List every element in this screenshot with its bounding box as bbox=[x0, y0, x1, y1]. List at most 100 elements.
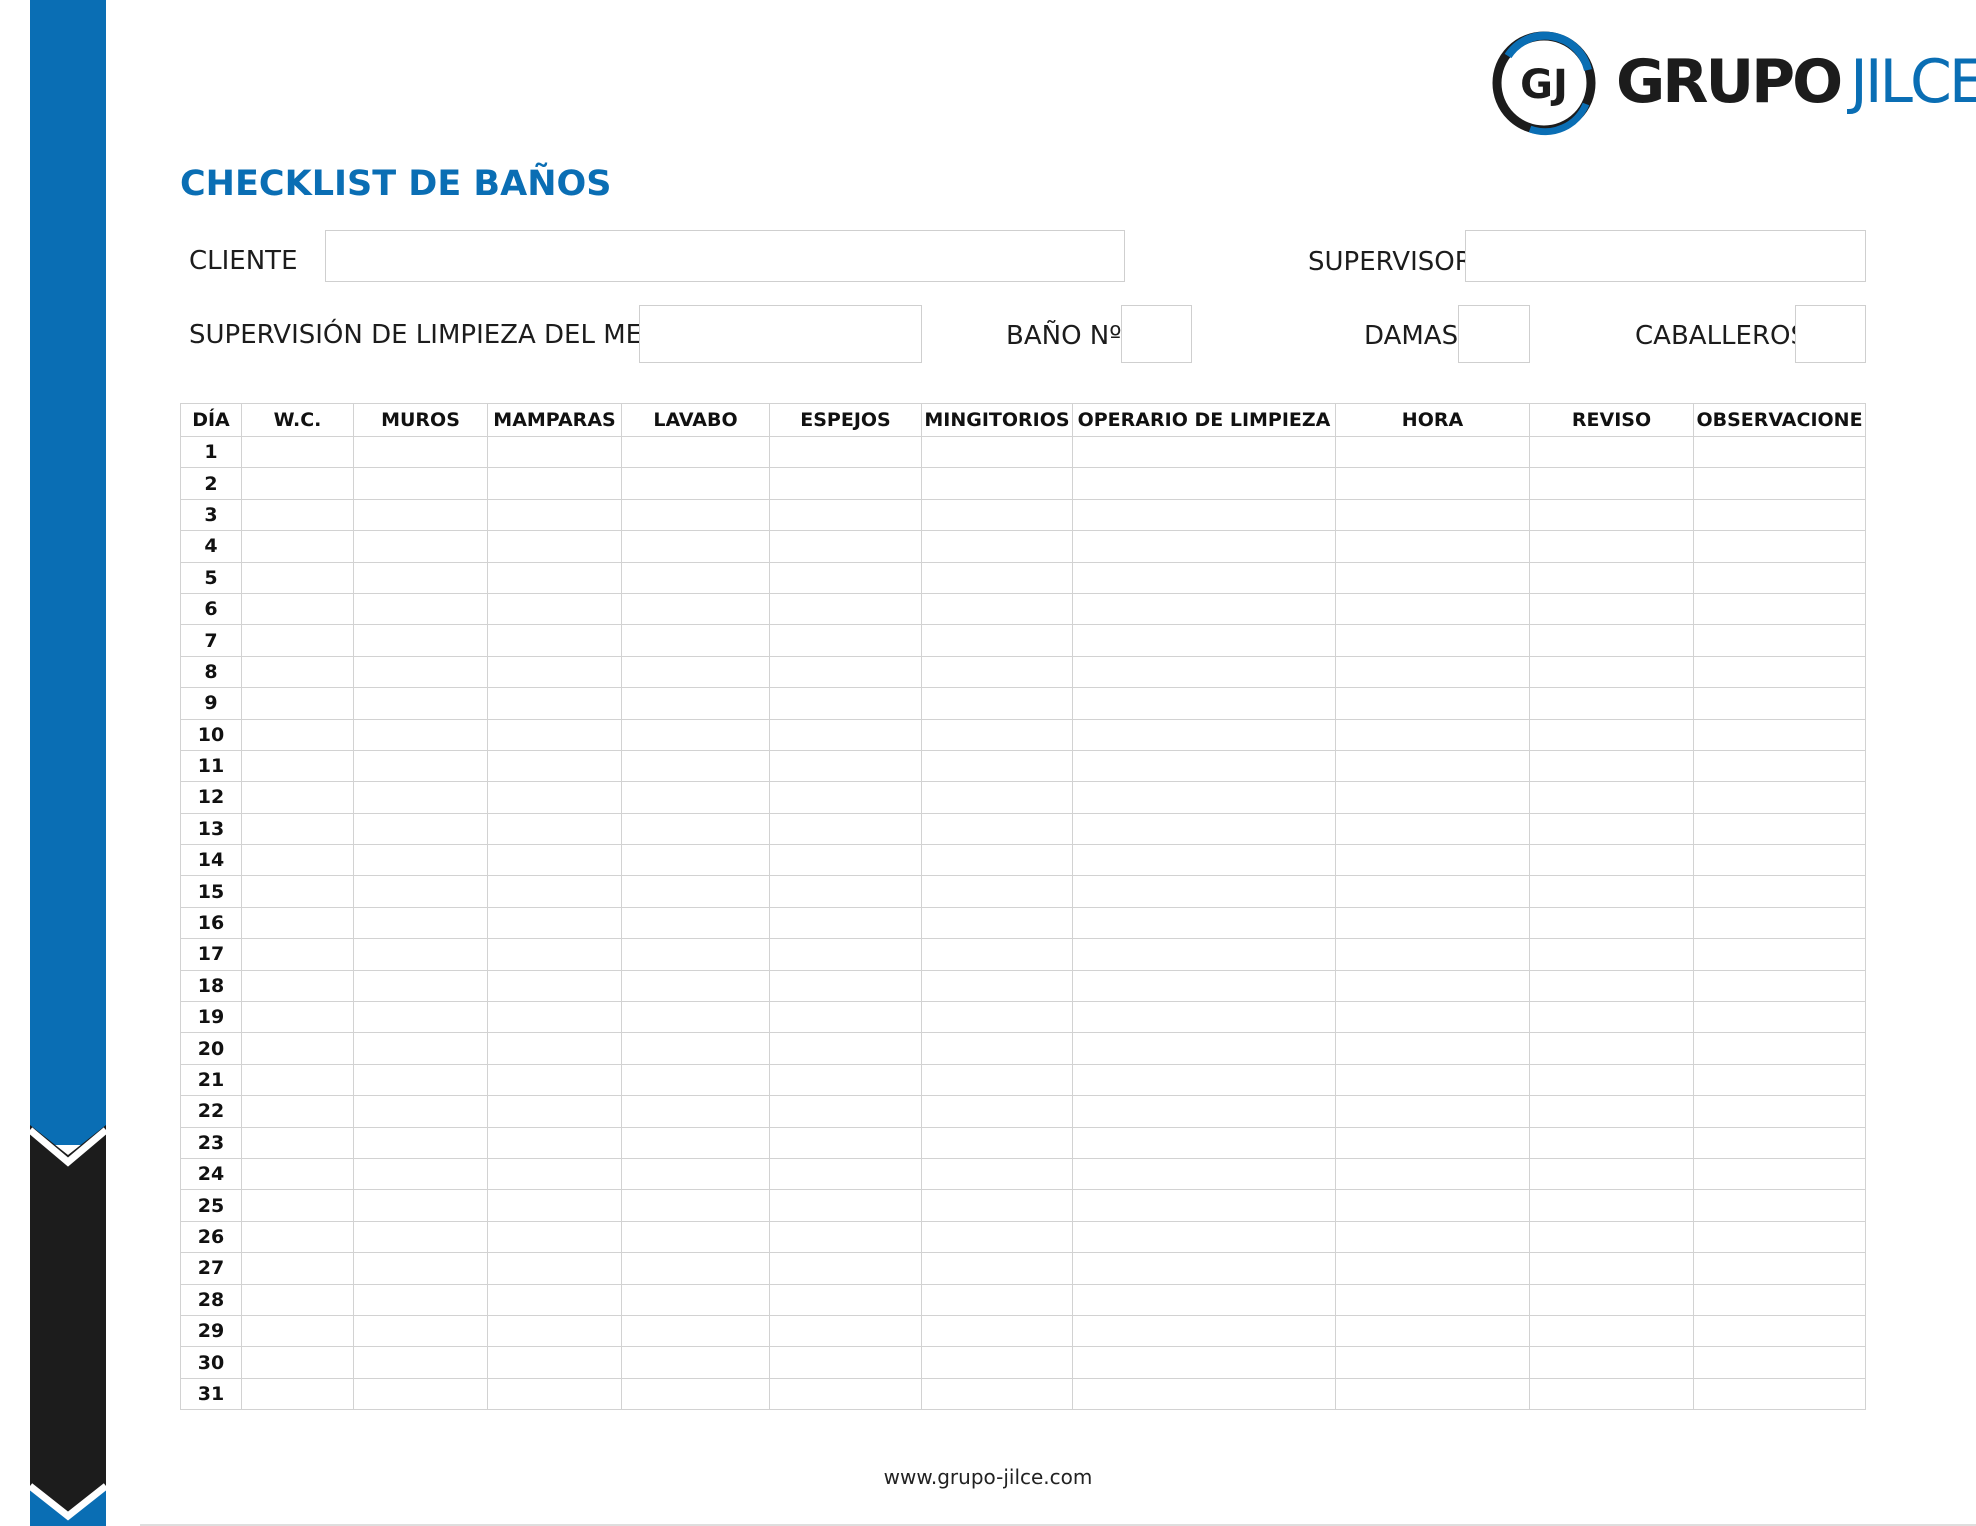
check-cell[interactable] bbox=[1335, 435, 1530, 469]
check-cell[interactable] bbox=[1693, 1063, 1866, 1097]
check-cell[interactable] bbox=[1529, 1346, 1694, 1379]
check-cell[interactable] bbox=[353, 938, 488, 971]
check-cell[interactable] bbox=[241, 1032, 354, 1065]
check-cell[interactable] bbox=[1693, 1377, 1866, 1411]
check-cell[interactable] bbox=[621, 624, 770, 657]
check-cell[interactable] bbox=[1693, 1095, 1866, 1128]
check-cell[interactable] bbox=[241, 1377, 354, 1411]
check-cell[interactable] bbox=[1693, 467, 1866, 500]
check-cell[interactable] bbox=[241, 1314, 354, 1348]
check-cell[interactable] bbox=[769, 1095, 922, 1128]
check-cell[interactable] bbox=[1335, 1377, 1530, 1411]
check-cell[interactable] bbox=[1529, 687, 1694, 720]
check-cell[interactable] bbox=[1529, 1283, 1694, 1316]
check-cell[interactable] bbox=[353, 1001, 488, 1034]
check-cell[interactable] bbox=[769, 1220, 922, 1254]
check-cell[interactable] bbox=[1335, 1252, 1530, 1285]
check-cell[interactable] bbox=[241, 1126, 354, 1159]
check-cell[interactable] bbox=[1529, 655, 1694, 689]
check-cell[interactable] bbox=[1072, 1314, 1336, 1348]
check-cell[interactable] bbox=[769, 435, 922, 469]
mes-field[interactable] bbox=[639, 305, 922, 363]
check-cell[interactable] bbox=[769, 1126, 922, 1159]
check-cell[interactable] bbox=[1072, 592, 1336, 626]
check-cell[interactable] bbox=[1693, 592, 1866, 626]
check-cell[interactable] bbox=[1693, 812, 1866, 846]
check-cell[interactable] bbox=[921, 1063, 1073, 1097]
check-cell[interactable] bbox=[921, 718, 1073, 751]
check-cell[interactable] bbox=[241, 781, 354, 814]
check-cell[interactable] bbox=[353, 592, 488, 626]
check-cell[interactable] bbox=[769, 1001, 922, 1034]
check-cell[interactable] bbox=[1072, 1220, 1336, 1254]
check-cell[interactable] bbox=[1072, 1377, 1336, 1411]
check-cell[interactable] bbox=[621, 498, 770, 532]
check-cell[interactable] bbox=[769, 530, 922, 563]
check-cell[interactable] bbox=[621, 1032, 770, 1065]
check-cell[interactable] bbox=[1072, 687, 1336, 720]
check-cell[interactable] bbox=[621, 561, 770, 594]
check-cell[interactable] bbox=[1693, 561, 1866, 594]
check-cell[interactable] bbox=[1335, 1126, 1530, 1159]
check-cell[interactable] bbox=[241, 1095, 354, 1128]
check-cell[interactable] bbox=[621, 1095, 770, 1128]
check-cell[interactable] bbox=[353, 467, 488, 500]
check-cell[interactable] bbox=[1529, 1157, 1694, 1191]
check-cell[interactable] bbox=[241, 1283, 354, 1316]
check-cell[interactable] bbox=[487, 812, 622, 846]
check-cell[interactable] bbox=[621, 435, 770, 469]
check-cell[interactable] bbox=[1529, 467, 1694, 500]
check-cell[interactable] bbox=[1072, 624, 1336, 657]
check-cell[interactable] bbox=[1529, 749, 1694, 783]
check-cell[interactable] bbox=[353, 1095, 488, 1128]
check-cell[interactable] bbox=[353, 655, 488, 689]
check-cell[interactable] bbox=[487, 1252, 622, 1285]
check-cell[interactable] bbox=[621, 812, 770, 846]
check-cell[interactable] bbox=[1072, 530, 1336, 563]
check-cell[interactable] bbox=[241, 687, 354, 720]
check-cell[interactable] bbox=[1335, 1001, 1530, 1034]
check-cell[interactable] bbox=[621, 1314, 770, 1348]
check-cell[interactable] bbox=[1335, 467, 1530, 500]
check-cell[interactable] bbox=[1072, 1157, 1336, 1191]
check-cell[interactable] bbox=[241, 1346, 354, 1379]
check-cell[interactable] bbox=[1529, 1189, 1694, 1222]
check-cell[interactable] bbox=[487, 1283, 622, 1316]
check-cell[interactable] bbox=[1335, 1220, 1530, 1254]
check-cell[interactable] bbox=[921, 969, 1073, 1003]
check-cell[interactable] bbox=[921, 1095, 1073, 1128]
check-cell[interactable] bbox=[1529, 592, 1694, 626]
check-cell[interactable] bbox=[769, 1189, 922, 1222]
check-cell[interactable] bbox=[1072, 906, 1336, 940]
check-cell[interactable] bbox=[921, 938, 1073, 971]
check-cell[interactable] bbox=[1335, 1032, 1530, 1065]
check-cell[interactable] bbox=[621, 467, 770, 500]
check-cell[interactable] bbox=[1335, 749, 1530, 783]
check-cell[interactable] bbox=[1529, 1377, 1694, 1411]
check-cell[interactable] bbox=[1529, 969, 1694, 1003]
check-cell[interactable] bbox=[1072, 498, 1336, 532]
check-cell[interactable] bbox=[769, 844, 922, 877]
check-cell[interactable] bbox=[1693, 844, 1866, 877]
check-cell[interactable] bbox=[621, 718, 770, 751]
check-cell[interactable] bbox=[1693, 435, 1866, 469]
check-cell[interactable] bbox=[353, 1032, 488, 1065]
check-cell[interactable] bbox=[353, 530, 488, 563]
check-cell[interactable] bbox=[921, 1189, 1073, 1222]
check-cell[interactable] bbox=[241, 592, 354, 626]
check-cell[interactable] bbox=[1693, 1252, 1866, 1285]
check-cell[interactable] bbox=[1693, 1189, 1866, 1222]
check-cell[interactable] bbox=[1335, 781, 1530, 814]
check-cell[interactable] bbox=[1529, 812, 1694, 846]
check-cell[interactable] bbox=[353, 1346, 488, 1379]
check-cell[interactable] bbox=[1693, 718, 1866, 751]
check-cell[interactable] bbox=[921, 812, 1073, 846]
check-cell[interactable] bbox=[241, 938, 354, 971]
check-cell[interactable] bbox=[769, 467, 922, 500]
check-cell[interactable] bbox=[1072, 1063, 1336, 1097]
check-cell[interactable] bbox=[1072, 1001, 1336, 1034]
check-cell[interactable] bbox=[1529, 1314, 1694, 1348]
check-cell[interactable] bbox=[1693, 655, 1866, 689]
check-cell[interactable] bbox=[353, 1252, 488, 1285]
check-cell[interactable] bbox=[487, 687, 622, 720]
